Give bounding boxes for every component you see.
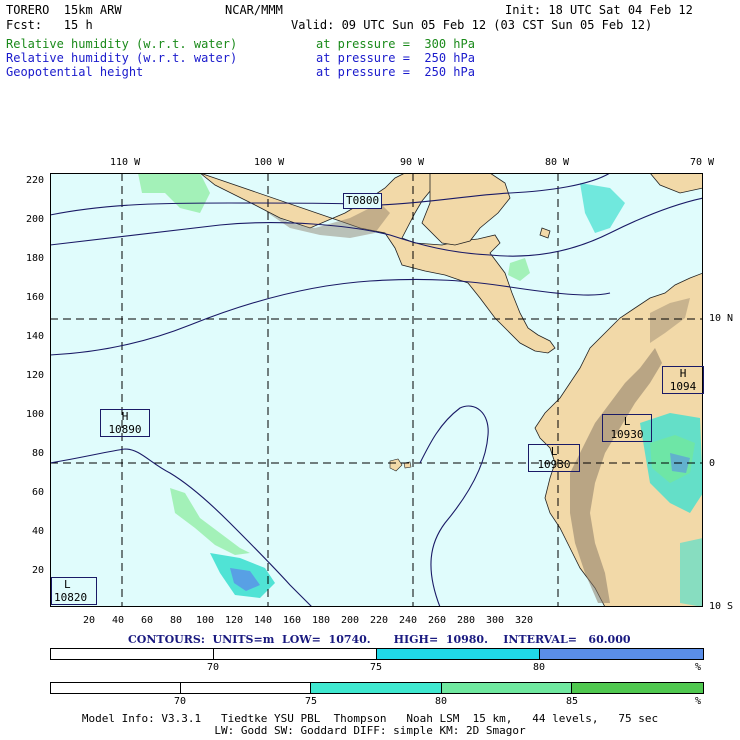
x-tick: 120: [224, 615, 244, 626]
marker-type: L: [550, 445, 558, 458]
colorbar-label: 85: [565, 696, 579, 707]
lon-label-110w: 110 W: [110, 157, 141, 168]
x-tick: 100: [195, 615, 215, 626]
x-tick: 280: [456, 615, 476, 626]
colorbar-segment: [377, 649, 540, 659]
field-1-name: Relative humidity (w.r.t. water): [6, 37, 238, 51]
valid-time: Valid: 09 UTC Sun 05 Feb 12 (03 CST Sun …: [291, 18, 653, 32]
field-2-name: Relative humidity (w.r.t. water): [6, 51, 238, 65]
colorbar-segment: [311, 683, 442, 693]
field-2-level: at pressure = 250 hPa: [316, 51, 475, 65]
marker-value: 1094: [669, 380, 697, 393]
marker-type: L: [64, 578, 71, 591]
low-marker: L 10820: [51, 577, 97, 605]
y-tick: 140: [25, 331, 44, 342]
lon-label-90w: 90 W: [400, 157, 425, 168]
colorbar-250hpa: [50, 648, 704, 660]
x-tick: 300: [485, 615, 505, 626]
x-tick: 60: [140, 615, 154, 626]
marker-type: H: [121, 410, 129, 423]
lon-label-70w: 70 W: [690, 157, 715, 168]
model-physics: LW: Godd SW: Goddard DIFF: simple KM: 2D…: [214, 724, 526, 737]
lon-label-100w: 100 W: [254, 157, 285, 168]
colorbar-label: 75: [304, 696, 318, 707]
y-tick: 220: [25, 175, 44, 186]
model-title: TORERO 15km ARW: [6, 3, 122, 17]
colorbar-segment: [51, 649, 214, 659]
field-3-name: Geopotential height: [6, 65, 144, 79]
x-tick: 40: [111, 615, 125, 626]
marker-type: L: [623, 415, 631, 428]
colorbar-unit: %: [694, 696, 702, 707]
rh-area-teal: [680, 538, 703, 607]
colorbar-label: 70: [206, 662, 220, 673]
contours-info: CONTOURS: UNITS=m LOW= 10740. HIGH= 1098…: [128, 633, 631, 646]
x-tick: 80: [169, 615, 183, 626]
marker-type: H: [679, 367, 687, 380]
y-tick: 180: [25, 253, 44, 264]
colorbar-label: 80: [434, 696, 448, 707]
marker-value: 10890: [108, 423, 142, 436]
y-tick: 20: [31, 565, 44, 576]
colorbar-segment: [572, 683, 703, 693]
x-tick: 220: [369, 615, 389, 626]
lat-label-10s: 10 S: [709, 601, 734, 612]
y-tick: 160: [25, 292, 44, 303]
colorbar-label: 75: [369, 662, 383, 673]
lat-label-10n: 10 N: [709, 313, 734, 324]
field-1-level: at pressure = 300 hPa: [316, 37, 475, 51]
marker-value: 10930: [610, 428, 644, 441]
lon-label-80w: 80 W: [545, 157, 570, 168]
colorbar-label: 70: [173, 696, 187, 707]
marker-value: 10820: [54, 591, 88, 604]
colorbar-segment: [51, 683, 181, 693]
colorbar-segment: [181, 683, 311, 693]
init-time: Init: 18 UTC Sat 04 Feb 12: [505, 3, 693, 17]
marker-value: 10930: [537, 458, 571, 471]
y-tick: 60: [31, 487, 44, 498]
low-marker: L 10930: [528, 444, 580, 472]
x-tick: 240: [398, 615, 418, 626]
weather-map: [50, 173, 703, 607]
low-marker: L 10930: [602, 414, 652, 442]
colorbar-300hpa: [50, 682, 704, 694]
colorbar-unit: %: [694, 662, 702, 673]
y-tick: 200: [25, 214, 44, 225]
high-marker: H 1094: [662, 366, 704, 394]
y-tick: 100: [25, 409, 44, 420]
colorbar-segment: [214, 649, 377, 659]
colorbar-segment: [540, 649, 703, 659]
x-tick: 140: [253, 615, 273, 626]
high-marker: H 10890: [100, 409, 150, 437]
forecast-hour: Fcst: 15 h: [6, 18, 93, 32]
y-tick: 120: [25, 370, 44, 381]
y-tick: 80: [31, 448, 44, 459]
x-tick: 160: [282, 615, 302, 626]
colorbar-label: 80: [532, 662, 546, 673]
time-label: T0800: [343, 193, 383, 209]
colorbar-segment: [442, 683, 572, 693]
org-label: NCAR/MMM: [225, 3, 283, 17]
y-tick: 40: [31, 526, 44, 537]
x-tick: 320: [514, 615, 534, 626]
x-tick: 260: [427, 615, 447, 626]
field-3-level: at pressure = 250 hPa: [316, 65, 475, 79]
x-tick: 200: [340, 615, 360, 626]
x-tick: 20: [82, 615, 96, 626]
lat-label-0: 0: [709, 458, 716, 469]
x-tick: 180: [311, 615, 331, 626]
